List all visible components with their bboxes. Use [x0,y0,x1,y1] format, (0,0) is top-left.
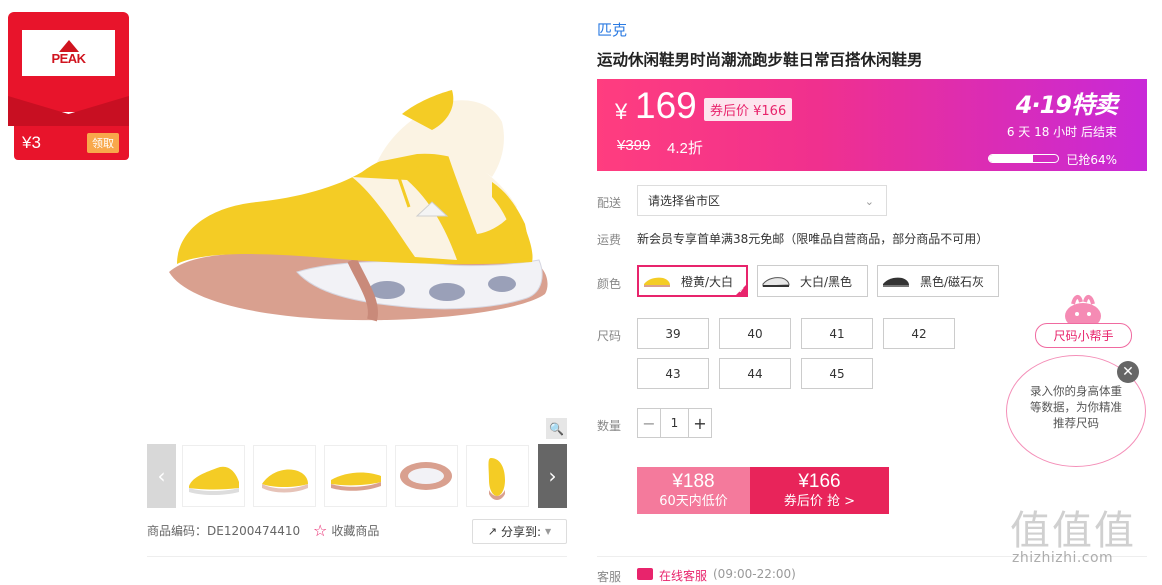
watermark: 值值值 zhizhizhi.com [1010,498,1160,578]
buy-with-coupon-button[interactable]: ¥166 券后价 抢 > [750,467,889,514]
current-price: 169 [635,85,697,126]
region-select[interactable]: 请选择省市区 ⌄ [637,185,887,216]
chevron-right-icon[interactable]: › [538,444,567,508]
claim-coupon-button[interactable]: 领取 [87,133,119,153]
peak-logo-text: PEAK [51,51,86,66]
caret-down-icon: ▼ [545,527,552,536]
service-label: 客服 [597,570,622,584]
size-option[interactable]: 44 [719,358,791,389]
favorite-label: 收藏商品 [331,524,380,538]
low-price-label: 60天内低价 [659,493,728,509]
close-icon[interactable]: ✕ [1117,361,1139,383]
star-icon: ☆ [313,521,328,540]
discount-rate: 4.2折 [667,140,703,157]
freight-info: 新会员专享首单满38元免邮（限唯品自营商品，部分商品不可用） [637,232,989,246]
color-swatch-shoe [644,277,670,287]
sold-progress-text: 已抢64% [1066,153,1117,167]
quantity-stepper: − 1 + [637,408,712,438]
color-label: 颜色 [597,277,622,291]
thumbnail-strip: ‹ › [147,444,567,508]
brand-link[interactable]: 匹克 [597,19,627,40]
sale-countdown: 6 天 18 小时 后结束 [1006,125,1117,139]
low-price-button[interactable]: ¥188 60天内低价 [637,467,750,514]
size-option[interactable]: 41 [801,318,873,349]
color-option[interactable]: 黑色/磁石灰 [877,265,999,297]
online-service-link[interactable]: 在线客服 [659,567,707,584]
color-option-label: 黑色/磁石灰 [920,274,985,289]
service-hours: (09:00-22:00) [713,567,796,581]
chevron-down-icon: ⌄ [864,195,874,208]
coupon-badge[interactable]: PEAK ¥3 领取 [8,12,129,160]
original-price: ¥399 [617,137,651,154]
size-option[interactable]: 42 [883,318,955,349]
chevron-left-icon[interactable]: ‹ [147,444,176,508]
size-option[interactable]: 39 [637,318,709,349]
size-option[interactable]: 40 [719,318,791,349]
thumbnail[interactable] [324,445,387,507]
thumbnail-image [189,466,239,495]
thumbnail-image [262,469,308,493]
size-helper-text: 录入你的身高体重等数据，为你精准推荐尺码 [1030,384,1122,430]
thumbnail[interactable] [253,445,316,507]
share-label: 分享到: [501,525,542,539]
magnifier-icon[interactable]: 🔍 [546,418,567,439]
thumbnail[interactable] [466,445,529,507]
size-helper-button[interactable]: 尺码小帮手 [1035,323,1132,348]
divider [147,556,567,557]
sold-progress-fill [989,155,1034,162]
color-swatch-shoe [883,277,909,287]
coupon-amount: ¥3 [22,133,41,152]
check-icon: ✓ [738,286,745,295]
currency-symbol: ¥ [615,99,628,124]
watermark-url: zhizhizhi.com [1012,550,1114,566]
color-option-label: 橙黄/大白 [681,274,734,289]
delivery-label: 配送 [597,196,622,210]
quantity-input[interactable]: 1 [660,409,689,437]
quantity-decrease-button[interactable]: − [638,409,660,437]
size-option[interactable]: 45 [801,358,873,389]
price-panel: ¥ 169 券后价 ¥166 ¥399 4.2折 4·19特卖 6 天 18 小… [597,79,1147,171]
coupon-price-tag: 券后价 ¥166 [704,98,793,121]
low-price-value: ¥188 [672,470,715,492]
share-icon: ↗ [487,525,497,538]
sale-event-name: 4·19特卖 [1015,91,1118,119]
thumbnail[interactable] [182,445,245,507]
main-product-image[interactable] [147,2,567,440]
region-select-value: 请选择省市区 [648,194,721,208]
thumbnail-image [331,472,381,491]
product-title: 运动休闲鞋男时尚潮流跑步鞋日常百搭休闲鞋男 [597,51,923,69]
color-option-label: 大白/黑色 [800,274,853,289]
thumbnail-image [400,462,452,490]
color-option[interactable]: 橙黄/大白 ✓ [637,265,748,297]
thumbnail-image [488,458,505,500]
sold-progress-bar [988,154,1059,163]
favorite-button[interactable]: ☆ 收藏商品 [313,521,379,540]
coupon-buy-label: 券后价 抢 > [783,493,856,509]
shoe-image [169,90,548,322]
quantity-label: 数量 [597,419,622,433]
color-option[interactable]: 大白/黑色 [757,265,868,297]
size-option[interactable]: 43 [637,358,709,389]
peak-logo: PEAK [22,30,115,76]
coupon-badge-footer[interactable]: ¥3 领取 [14,126,129,160]
thumbnail[interactable] [395,445,458,507]
chat-icon [637,568,653,580]
size-label: 尺码 [597,329,622,343]
coupon-badge-header: PEAK [8,12,129,112]
color-swatch-shoe [762,277,790,287]
watermark-logo: 值值值 [1010,508,1136,554]
freight-label: 运费 [597,233,622,247]
coupon-buy-price: ¥166 [798,470,841,492]
share-button[interactable]: ↗ 分享到: ▼ [472,519,567,544]
quantity-increase-button[interactable]: + [689,409,711,437]
product-sku: 商品编码：DE1200474410 [147,524,301,538]
